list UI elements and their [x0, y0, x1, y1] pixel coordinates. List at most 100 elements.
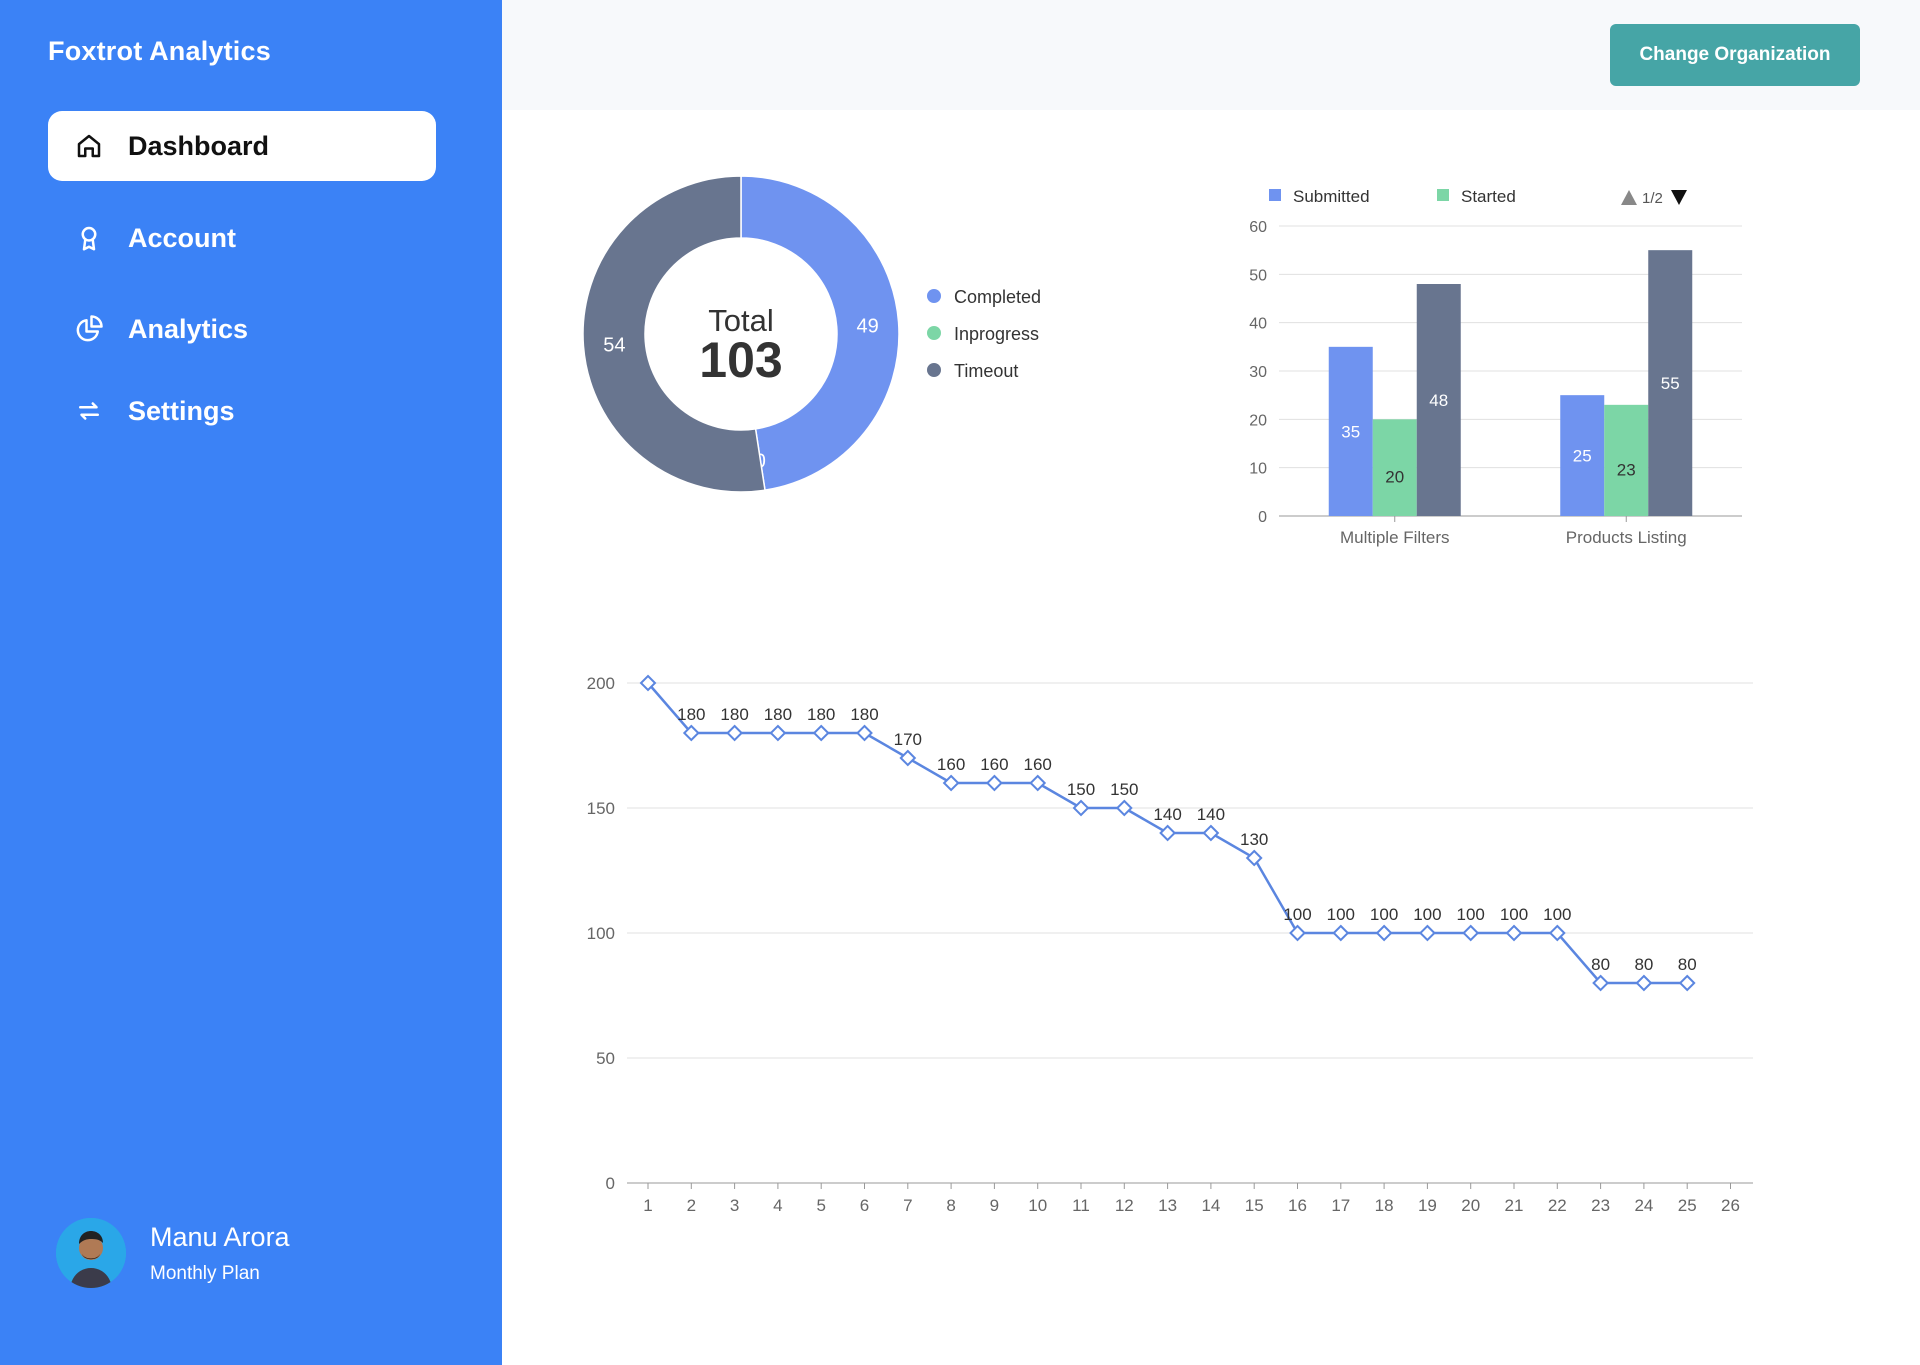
line-value-label: 80: [1678, 955, 1697, 974]
line-value-label: 150: [1110, 780, 1138, 799]
bar-chart: 0 10 20 30 40 50 60 35 20 48 Multiple Filters 25 23 5…: [1249, 187, 1742, 547]
legend-marker-submitted: [1269, 189, 1281, 201]
line-point: [1332, 924, 1350, 942]
line-point: [1678, 974, 1696, 992]
line-x-tick-label: 12: [1115, 1196, 1134, 1215]
line-x-tick-label: 23: [1591, 1196, 1610, 1215]
line-x-tick-label: 10: [1028, 1196, 1047, 1215]
line-point: [1159, 824, 1177, 842]
legend-marker-timeout: [927, 363, 941, 377]
bar-value-label: 23: [1617, 460, 1636, 479]
line-value-label: 170: [894, 730, 922, 749]
line-x-tick-label: 2: [687, 1196, 696, 1215]
line-chart: 0501001502001 2 3 4 5 6 7 8 9 10 11 12 13 14 15 16 17 18 1…: [587, 674, 1753, 1215]
line-y-tick-label: 100: [587, 924, 615, 943]
line-point: [769, 724, 787, 742]
bar-value-label: 48: [1429, 391, 1448, 410]
line-x-tick-label: 5: [816, 1196, 825, 1215]
legend-marker-inprogress: [927, 326, 941, 340]
line-value-label: 80: [1634, 955, 1653, 974]
legend-next-page-icon: [1671, 190, 1687, 205]
legend-label-submitted: Submitted: [1293, 187, 1370, 206]
line-y-tick-label: 0: [606, 1174, 615, 1193]
bar-y-tick-label: 10: [1249, 461, 1267, 478]
donut-slice-label: 49: [857, 315, 879, 337]
line-value-label: 180: [850, 705, 878, 724]
donut-slice-label: 54: [603, 335, 625, 357]
line-value-label: 180: [677, 705, 705, 724]
legend-label-completed: Completed: [954, 287, 1041, 307]
legend-label-timeout: Timeout: [954, 361, 1018, 381]
bar-x-tick-label: Products Listing: [1566, 528, 1687, 547]
bar-y-tick-label: 40: [1249, 316, 1267, 333]
line-value-label: 140: [1197, 805, 1225, 824]
line-x-tick-label: 19: [1418, 1196, 1437, 1215]
line-y-tick-label: 200: [587, 674, 615, 693]
bar-y-tick-label: 20: [1249, 412, 1267, 429]
line-point: [985, 774, 1003, 792]
line-x-tick-label: 20: [1461, 1196, 1480, 1215]
line-value-label: 180: [720, 705, 748, 724]
line-point: [899, 749, 917, 767]
line-x-tick-label: 8: [946, 1196, 955, 1215]
legend-marker-started: [1437, 189, 1449, 201]
line-x-tick-label: 21: [1505, 1196, 1524, 1215]
line-value-label: 100: [1327, 905, 1355, 924]
line-value-label: 130: [1240, 830, 1268, 849]
donut-chart: 49054Total103CompletedInprogressTimeout: [582, 175, 1041, 493]
line-point: [1115, 799, 1133, 817]
charts-canvas: 49054Total103CompletedInprogressTimeout …: [582, 175, 1753, 1215]
line-point: [942, 774, 960, 792]
bar-value-label: 25: [1573, 447, 1592, 466]
legend-marker-completed: [927, 289, 941, 303]
line-x-tick-label: 9: [990, 1196, 999, 1215]
line-point: [856, 724, 873, 742]
bar-x-tick-label: Multiple Filters: [1340, 528, 1450, 547]
bar-value-label: 55: [1661, 374, 1680, 393]
line-x-tick-label: 13: [1158, 1196, 1177, 1215]
line-point: [1375, 924, 1393, 942]
line-value-label: 100: [1543, 905, 1571, 924]
bar-y-tick-label: 60: [1249, 219, 1267, 236]
legend-prev-page-icon: [1621, 190, 1637, 205]
line-point: [1072, 799, 1090, 817]
bar-value-label: 20: [1385, 468, 1404, 487]
line-value-label: 150: [1067, 780, 1095, 799]
line-value-label: 100: [1283, 905, 1311, 924]
line-point: [1635, 974, 1653, 992]
line-point: [1418, 924, 1436, 942]
line-y-tick-label: 150: [587, 799, 615, 818]
line-value-label: 100: [1500, 905, 1528, 924]
line-x-tick-label: 16: [1288, 1196, 1307, 1215]
line-point: [1289, 924, 1306, 942]
line-x-tick-label: 14: [1201, 1196, 1220, 1215]
line-value-label: 100: [1413, 905, 1441, 924]
bar-y-tick-label: 0: [1258, 509, 1267, 526]
line-point: [1202, 824, 1220, 842]
line-value-label: 180: [764, 705, 792, 724]
line-x-tick-label: 7: [903, 1196, 912, 1215]
line-x-tick-label: 4: [773, 1196, 782, 1215]
line-point: [726, 724, 744, 742]
line-x-tick-label: 26: [1721, 1196, 1740, 1215]
line-point: [1245, 849, 1263, 867]
line-value-label: 140: [1153, 805, 1181, 824]
line-value-label: 100: [1370, 905, 1398, 924]
line-x-tick-label: 11: [1072, 1196, 1090, 1215]
legend-label-inprogress: Inprogress: [954, 324, 1039, 344]
legend-pager-label: 1/2: [1642, 190, 1663, 207]
line-y-tick-label: 50: [596, 1049, 615, 1068]
line-x-tick-label: 15: [1245, 1196, 1264, 1215]
line-point: [1029, 774, 1047, 792]
line-point: [1505, 924, 1523, 942]
bar-value-label: 35: [1341, 422, 1360, 441]
line-x-tick-label: 3: [730, 1196, 739, 1215]
line-value-label: 100: [1457, 905, 1485, 924]
bar-y-tick-label: 50: [1249, 267, 1267, 284]
line-x-tick-label: 25: [1678, 1196, 1697, 1215]
legend-label-started: Started: [1461, 187, 1516, 206]
line-value-label: 160: [1024, 755, 1052, 774]
line-value-label: 180: [807, 705, 835, 724]
line-value-label: 160: [937, 755, 965, 774]
line-value-label: 80: [1591, 955, 1610, 974]
